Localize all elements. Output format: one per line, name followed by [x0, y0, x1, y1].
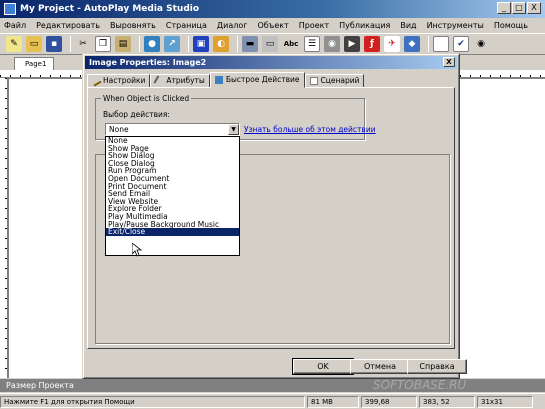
dialog-tabs: Настройки Атрибуты Быстрое Действие Сцен… [87, 72, 365, 88]
status-size2: 383, 52 [419, 395, 475, 408]
button-icon[interactable]: ▬ [242, 36, 258, 52]
image-icon[interactable]: ▣ [193, 36, 209, 52]
tab-quick-action[interactable]: Быстрое Действие [209, 72, 305, 88]
paste-icon[interactable]: ▤ [115, 36, 131, 52]
tab-settings[interactable]: Настройки [87, 74, 151, 88]
globe-icon[interactable]: ● [144, 36, 160, 52]
script-icon [309, 77, 318, 85]
wrench-icon [153, 75, 165, 87]
group-label: When Object is Clicked [101, 94, 192, 103]
app-title-bar: My Project - AutoPlay Media Studio _ □ X [0, 0, 545, 18]
open-icon[interactable]: ▭ [26, 36, 42, 52]
cancel-button[interactable]: Отмена [350, 359, 410, 374]
chevron-down-icon[interactable]: ▼ [228, 124, 239, 135]
menu-file[interactable]: Файл [4, 21, 26, 30]
status-help: Нажмите F1 для открытия Помощи [0, 395, 305, 408]
label-icon[interactable]: ▭ [262, 36, 278, 52]
input-icon[interactable] [433, 36, 449, 52]
menu-align[interactable]: Выровнять [110, 21, 156, 30]
minimize-button[interactable]: _ [497, 2, 511, 14]
ruler-vertical [0, 78, 8, 378]
checkbox-icon[interactable]: ✔ [453, 36, 469, 52]
menu-project[interactable]: Проект [299, 21, 329, 30]
app-title: My Project - AutoPlay Media Studio [20, 4, 200, 14]
status-bar: Нажмите F1 для открытия Помощи 81 MB 399… [0, 393, 545, 409]
new-icon[interactable]: ✎ [6, 36, 22, 52]
menu-tools[interactable]: Инструменты [427, 21, 484, 30]
pdf-icon[interactable]: ✈ [384, 36, 400, 52]
save-icon[interactable]: ▪ [46, 36, 62, 52]
menu-edit[interactable]: Редактировать [36, 21, 100, 30]
web-icon[interactable]: ↗ [164, 36, 180, 52]
status-position: 399,68 [361, 395, 417, 408]
action-label: Выбор действия: [103, 110, 170, 119]
flash-object-icon[interactable]: ƒ [364, 36, 380, 52]
tab-script[interactable]: Сценарий [304, 74, 365, 88]
learn-more-link[interactable]: Узнать больше об этом действии [244, 125, 376, 134]
action-select[interactable]: None ▼ [105, 123, 240, 136]
copy-icon[interactable]: ❐ [95, 36, 111, 52]
maximize-button[interactable]: □ [512, 2, 526, 14]
listbox-icon[interactable]: ☰ [304, 36, 320, 52]
ok-button[interactable]: OK [292, 358, 354, 375]
menu-object[interactable]: Объект [257, 21, 288, 30]
pencil-icon [90, 75, 102, 87]
tab-page1[interactable]: Page1 [14, 57, 54, 70]
radio-icon[interactable]: ◉ [473, 36, 489, 52]
cut-icon[interactable]: ✂ [75, 36, 91, 52]
menu-help[interactable]: Помощь [494, 21, 528, 30]
menu-bar: Файл Редактировать Выровнять Страница Ди… [0, 18, 545, 32]
menu-view[interactable]: Вид [400, 21, 416, 30]
text-icon[interactable]: Abc [282, 36, 300, 52]
dialog-title: Image Properties: Image2 X [85, 56, 457, 69]
video-icon[interactable]: ▶ [344, 36, 360, 52]
help-button[interactable]: Справка [407, 359, 467, 374]
list-item-selected[interactable]: Exit/Close [106, 228, 239, 236]
flash-icon[interactable]: ◐ [213, 36, 229, 52]
status-dims: 31x31 [477, 395, 533, 408]
close-button[interactable]: X [527, 2, 541, 14]
toolbar: ✎ ▭ ▪ ✂ ❐ ▤ ● ↗ ▣ ◐ ▬ ▭ Abc ☰ ◉ ▶ ƒ ✈ ◆ … [0, 33, 545, 55]
menu-publish[interactable]: Публикация [339, 21, 390, 30]
app-icon [4, 3, 16, 15]
watermark: SOFTOBASE.RU [373, 378, 467, 392]
tab-attributes[interactable]: Атрибуты [150, 74, 210, 88]
image-properties-dialog: Image Properties: Image2 X Настройки Атр… [82, 53, 467, 379]
action-icon [214, 76, 223, 84]
cursor-icon [132, 243, 142, 257]
cd-icon[interactable]: ◉ [324, 36, 340, 52]
dialog-close-button[interactable]: X [443, 57, 455, 67]
status-size: 81 MB [307, 395, 359, 408]
menu-dialog[interactable]: Диалог [217, 21, 248, 30]
web-object-icon[interactable]: ◆ [404, 36, 420, 52]
action-dropdown-list: None Show Page Show Dialog Close Dialog … [105, 136, 240, 256]
menu-page[interactable]: Страница [166, 21, 207, 30]
